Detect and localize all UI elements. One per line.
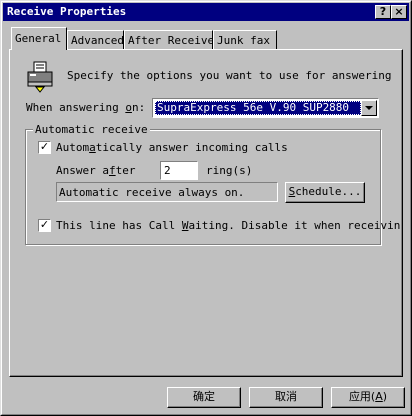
auto-answer-label[interactable]: Automatically answer incoming calls (56, 141, 288, 154)
call-waiting-label[interactable]: This line has Call Waiting. Disable it w… (56, 219, 400, 232)
auto-answer-label-pre: Autom (56, 141, 90, 154)
when-answering-label-post: n: (131, 101, 146, 114)
rings-suffix-label: ring(s) (206, 164, 253, 177)
device-dropdown-value: SupraExpress 56e V.90 SUP2880 (155, 101, 361, 115)
call-waiting-label-pre: This line has Call (56, 219, 182, 232)
chevron-down-icon (365, 106, 373, 110)
ok-button[interactable]: 确定 (167, 387, 241, 408)
schedule-button[interactable]: Schedule... (285, 182, 365, 203)
tab-advanced-label: Advanced (71, 34, 124, 47)
tab-advanced[interactable]: Advanced (67, 30, 124, 50)
tab-after-receive[interactable]: After Receive (124, 30, 215, 50)
answer-after-label-post: ter (115, 164, 136, 177)
title-bar[interactable]: Receive Properties ? × (3, 3, 409, 21)
answer-after-label-pre: Answer a (56, 164, 109, 177)
properties-window: Receive Properties ? × General Advanced … (0, 0, 412, 416)
intro-text: Specify the options you want to use for … (67, 69, 392, 82)
rings-input[interactable]: 2 (160, 161, 198, 180)
apply-button-label-post: ) (382, 390, 388, 403)
window-title: Receive Properties (7, 5, 127, 18)
fax-machine-icon (27, 61, 53, 93)
check-icon: ✓ (39, 140, 50, 153)
auto-answer-checkbox[interactable]: ✓ (38, 141, 51, 154)
apply-button-label-key: A (375, 390, 383, 403)
cancel-button[interactable]: 取消 (249, 387, 323, 408)
help-button[interactable]: ? (375, 5, 391, 19)
call-waiting-label-post: aiting. Disable it when receivin (188, 219, 401, 232)
tab-junk-fax[interactable]: Junk fax (213, 30, 277, 50)
call-waiting-checkbox[interactable]: ✓ (38, 219, 51, 232)
tab-junk-fax-label: Junk fax (217, 34, 270, 47)
device-dropdown[interactable]: SupraExpress 56e V.90 SUP2880 (152, 98, 379, 118)
answer-after-label-key: f (108, 164, 116, 177)
check-icon: ✓ (39, 218, 50, 231)
close-button[interactable]: × (391, 5, 407, 19)
auto-answer-label-key: a (89, 141, 96, 154)
auto-answer-label-post: tically answer incoming calls (95, 141, 288, 154)
answer-after-label: Answer after (56, 164, 135, 177)
automatic-receive-group-title: Automatic receive (33, 123, 150, 136)
when-answering-label-key: o (125, 101, 132, 114)
when-answering-label: When answering on: (26, 101, 145, 114)
schedule-button-label-post: chedule... (295, 185, 362, 198)
apply-button[interactable]: 应用(A) (331, 387, 405, 408)
receive-status-field: Automatic receive always on. (56, 182, 278, 202)
dropdown-button[interactable] (361, 100, 377, 116)
tab-after-receive-label: After Receive (128, 34, 215, 47)
tab-general-label: General (15, 32, 62, 45)
apply-button-label-pre: 应用( (348, 390, 376, 403)
when-answering-label-pre: When answering (26, 101, 126, 114)
tab-general[interactable]: General (11, 27, 67, 50)
